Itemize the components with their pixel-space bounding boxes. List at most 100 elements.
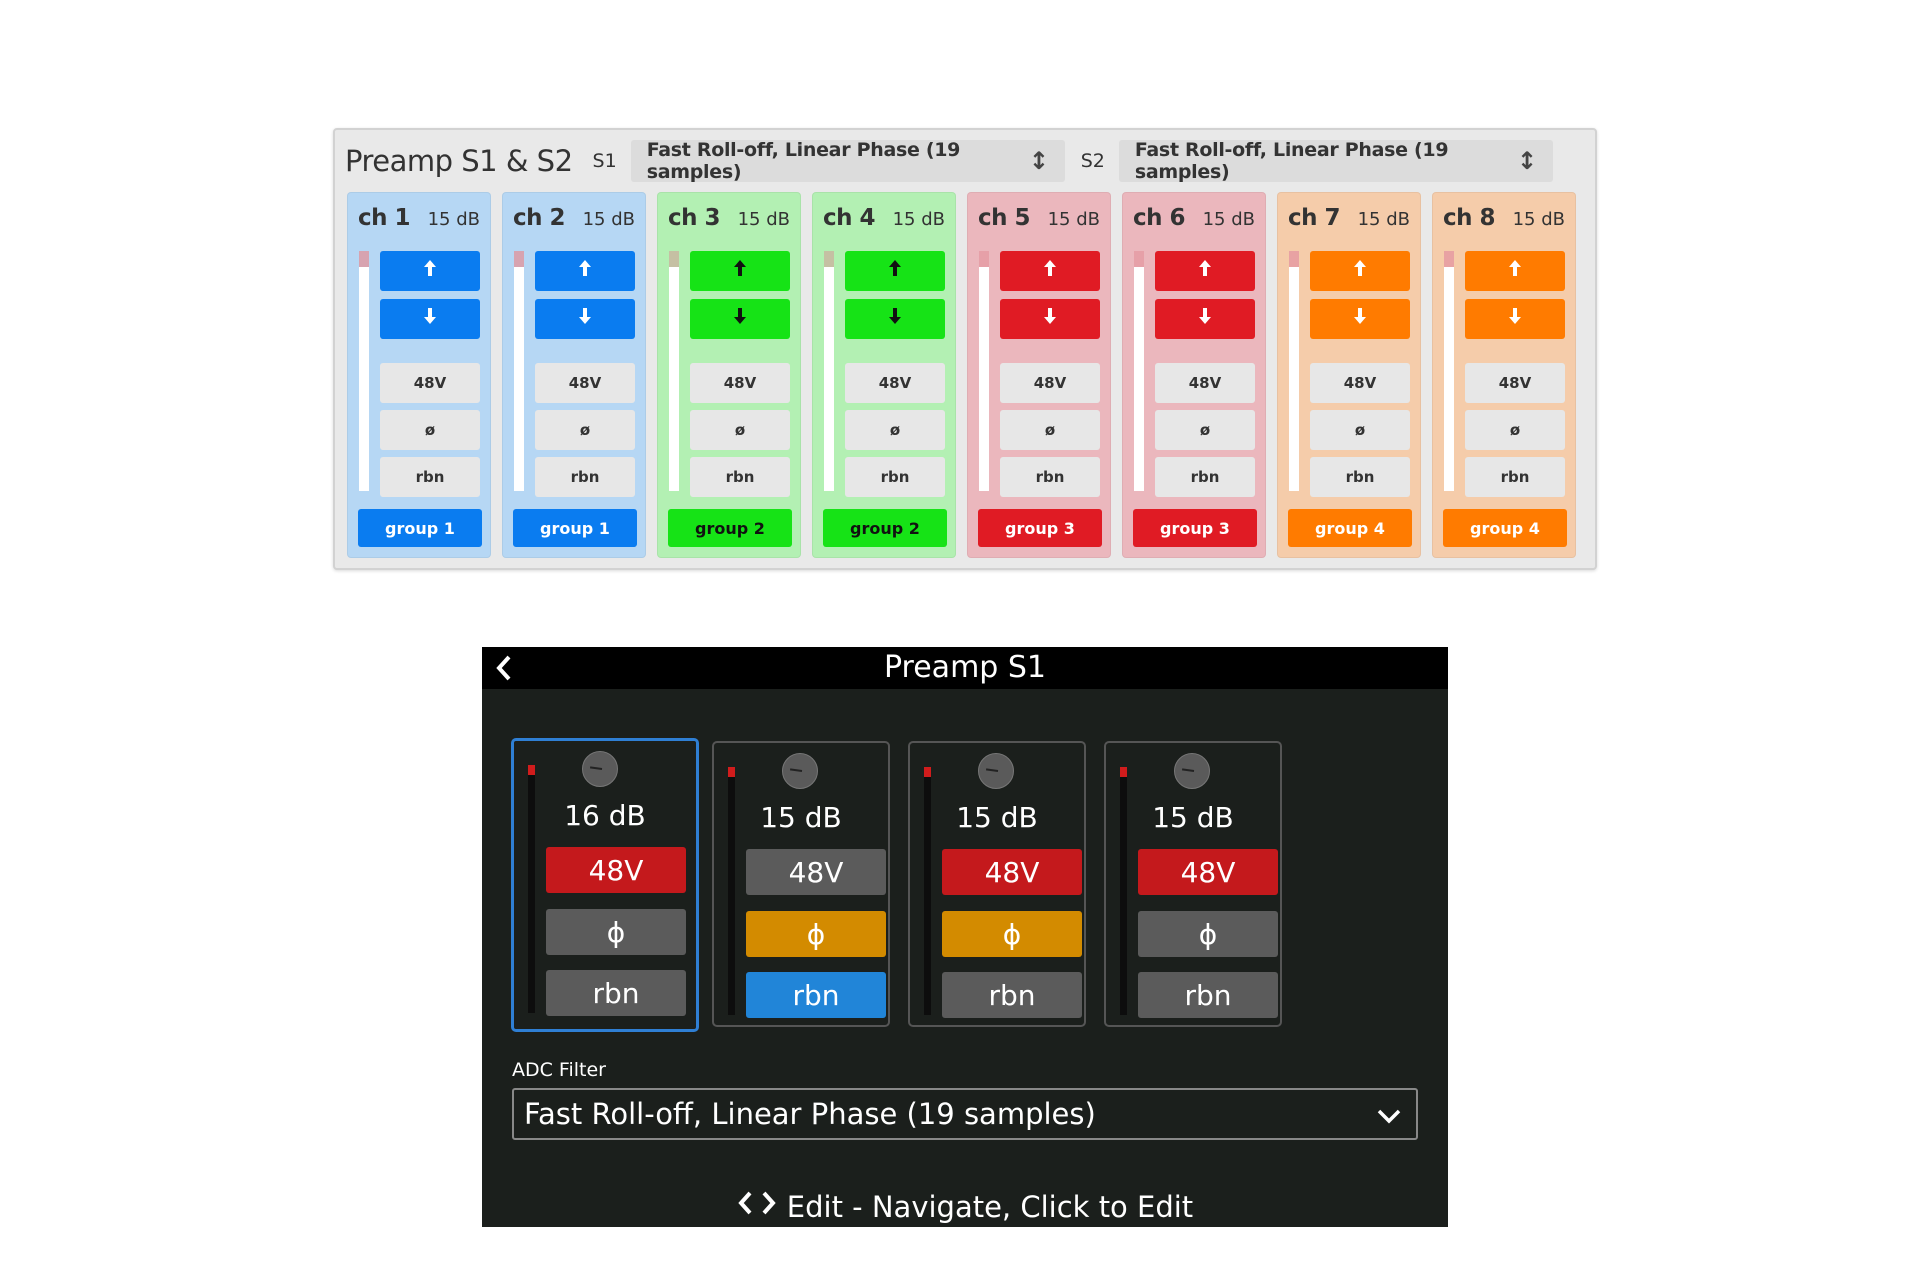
gain-down-button[interactable]: [845, 299, 945, 339]
gain-down-button[interactable]: [1465, 299, 1565, 339]
phantom-48v-button[interactable]: 48V: [1000, 363, 1100, 403]
meter-peak: [924, 767, 931, 777]
group-button[interactable]: group 3: [978, 509, 1102, 547]
phase-invert-button[interactable]: ø: [845, 410, 945, 450]
level-meter: [824, 251, 834, 491]
meter-peak: [359, 251, 369, 267]
gain-down-button[interactable]: [1155, 299, 1255, 339]
s1-label: S1: [592, 150, 617, 172]
phase-invert-button[interactable]: ø: [1155, 410, 1255, 450]
arrow-up-icon: [1353, 259, 1367, 283]
channel-name: ch 6: [1133, 205, 1186, 231]
phantom-48v-button[interactable]: 48V: [535, 363, 635, 403]
device-channel[interactable]: 16 dB 48V ϕ rbn: [511, 738, 699, 1032]
gain-up-button[interactable]: [1000, 251, 1100, 291]
ribbon-button[interactable]: rbn: [546, 970, 686, 1016]
gain-up-button[interactable]: [690, 251, 790, 291]
panel-title: Preamp S1 & S2: [345, 144, 573, 178]
knob-indicator: [1181, 768, 1195, 772]
arrow-down-icon: [888, 307, 902, 331]
phase-invert-button[interactable]: ø: [1465, 410, 1565, 450]
s2-filter-select[interactable]: Fast Roll-off, Linear Phase (19 samples)…: [1118, 139, 1553, 183]
channel-gain: 15 dB: [892, 209, 945, 230]
channel-name: ch 2: [513, 205, 566, 231]
group-button[interactable]: group 2: [823, 509, 947, 547]
channel-gain: 15 dB: [956, 801, 1038, 834]
channel-strip: ch 3 15 dB 48V ø rbn group 2: [657, 192, 801, 558]
channel-name: ch 4: [823, 205, 876, 231]
s1-filter-select[interactable]: Fast Roll-off, Linear Phase (19 samples)…: [630, 139, 1065, 183]
gain-up-button[interactable]: [1465, 251, 1565, 291]
gain-down-button[interactable]: [690, 299, 790, 339]
device-screen: Preamp S1 16 dB 48V ϕ rbn 15 dB 48V ϕ rbn 15 dB 4…: [482, 647, 1448, 1227]
gain-down-button[interactable]: [535, 299, 635, 339]
meter-peak: [728, 767, 735, 777]
channel-gain: 16 dB: [564, 799, 646, 832]
updown-arrow-icon: ↕: [1517, 147, 1537, 175]
group-button[interactable]: group 1: [513, 509, 637, 547]
phase-invert-button[interactable]: ø: [1310, 410, 1410, 450]
ribbon-button[interactable]: rbn: [380, 457, 480, 497]
ribbon-button[interactable]: rbn: [1138, 972, 1278, 1018]
ribbon-button[interactable]: rbn: [1465, 457, 1565, 497]
ribbon-button[interactable]: rbn: [1155, 457, 1255, 497]
phantom-48v-button[interactable]: 48V: [1310, 363, 1410, 403]
gain-knob[interactable]: [782, 753, 818, 789]
meter-peak: [669, 251, 679, 267]
gain-up-button[interactable]: [1155, 251, 1255, 291]
meter-peak: [1120, 767, 1127, 777]
phase-invert-button[interactable]: ϕ: [1138, 911, 1278, 957]
channel-name: ch 8: [1443, 205, 1496, 231]
phantom-48v-button[interactable]: 48V: [690, 363, 790, 403]
device-channel[interactable]: 15 dB 48V ϕ rbn: [908, 741, 1086, 1027]
phase-invert-button[interactable]: ϕ: [546, 909, 686, 955]
chevron-left-icon[interactable]: [492, 651, 516, 685]
gain-up-button[interactable]: [380, 251, 480, 291]
channel-strip: ch 8 15 dB 48V ø rbn group 4: [1432, 192, 1576, 558]
channel-name: ch 5: [978, 205, 1031, 231]
phase-invert-button[interactable]: ø: [1000, 410, 1100, 450]
ribbon-button[interactable]: rbn: [690, 457, 790, 497]
channel-gain: 15 dB: [582, 209, 635, 230]
group-button[interactable]: group 2: [668, 509, 792, 547]
group-button[interactable]: group 1: [358, 509, 482, 547]
ribbon-button[interactable]: rbn: [1310, 457, 1410, 497]
phase-invert-button[interactable]: ø: [690, 410, 790, 450]
phantom-48v-button[interactable]: 48V: [942, 849, 1082, 895]
device-channel[interactable]: 15 dB 48V ϕ rbn: [712, 741, 890, 1027]
phantom-48v-button[interactable]: 48V: [1155, 363, 1255, 403]
phantom-48v-button[interactable]: 48V: [1465, 363, 1565, 403]
adc-filter-label: ADC Filter: [512, 1059, 606, 1081]
phantom-48v-button[interactable]: 48V: [746, 849, 886, 895]
gain-down-button[interactable]: [1000, 299, 1100, 339]
gain-down-button[interactable]: [380, 299, 480, 339]
phantom-48v-button[interactable]: 48V: [1138, 849, 1278, 895]
group-button[interactable]: group 4: [1288, 509, 1412, 547]
gain-up-button[interactable]: [845, 251, 945, 291]
arrow-up-icon: [423, 259, 437, 283]
device-channel[interactable]: 15 dB 48V ϕ rbn: [1104, 741, 1282, 1027]
gain-up-button[interactable]: [1310, 251, 1410, 291]
ribbon-button[interactable]: rbn: [1000, 457, 1100, 497]
ribbon-button[interactable]: rbn: [746, 972, 886, 1018]
channel-gain: 15 dB: [1202, 209, 1255, 230]
phase-invert-button[interactable]: ϕ: [746, 911, 886, 957]
phantom-48v-button[interactable]: 48V: [380, 363, 480, 403]
phantom-48v-button[interactable]: 48V: [546, 847, 686, 893]
gain-down-button[interactable]: [1310, 299, 1410, 339]
phase-invert-button[interactable]: ϕ: [942, 911, 1082, 957]
group-button[interactable]: group 3: [1133, 509, 1257, 547]
ribbon-button[interactable]: rbn: [535, 457, 635, 497]
phase-invert-button[interactable]: ø: [535, 410, 635, 450]
gain-knob[interactable]: [1174, 753, 1210, 789]
ribbon-button[interactable]: rbn: [942, 972, 1082, 1018]
channel-gain: 15 dB: [427, 209, 480, 230]
gain-knob[interactable]: [978, 753, 1014, 789]
phase-invert-button[interactable]: ø: [380, 410, 480, 450]
gain-knob[interactable]: [582, 751, 618, 787]
adc-filter-select[interactable]: Fast Roll-off, Linear Phase (19 samples): [512, 1088, 1418, 1140]
phantom-48v-button[interactable]: 48V: [845, 363, 945, 403]
ribbon-button[interactable]: rbn: [845, 457, 945, 497]
gain-up-button[interactable]: [535, 251, 635, 291]
group-button[interactable]: group 4: [1443, 509, 1567, 547]
